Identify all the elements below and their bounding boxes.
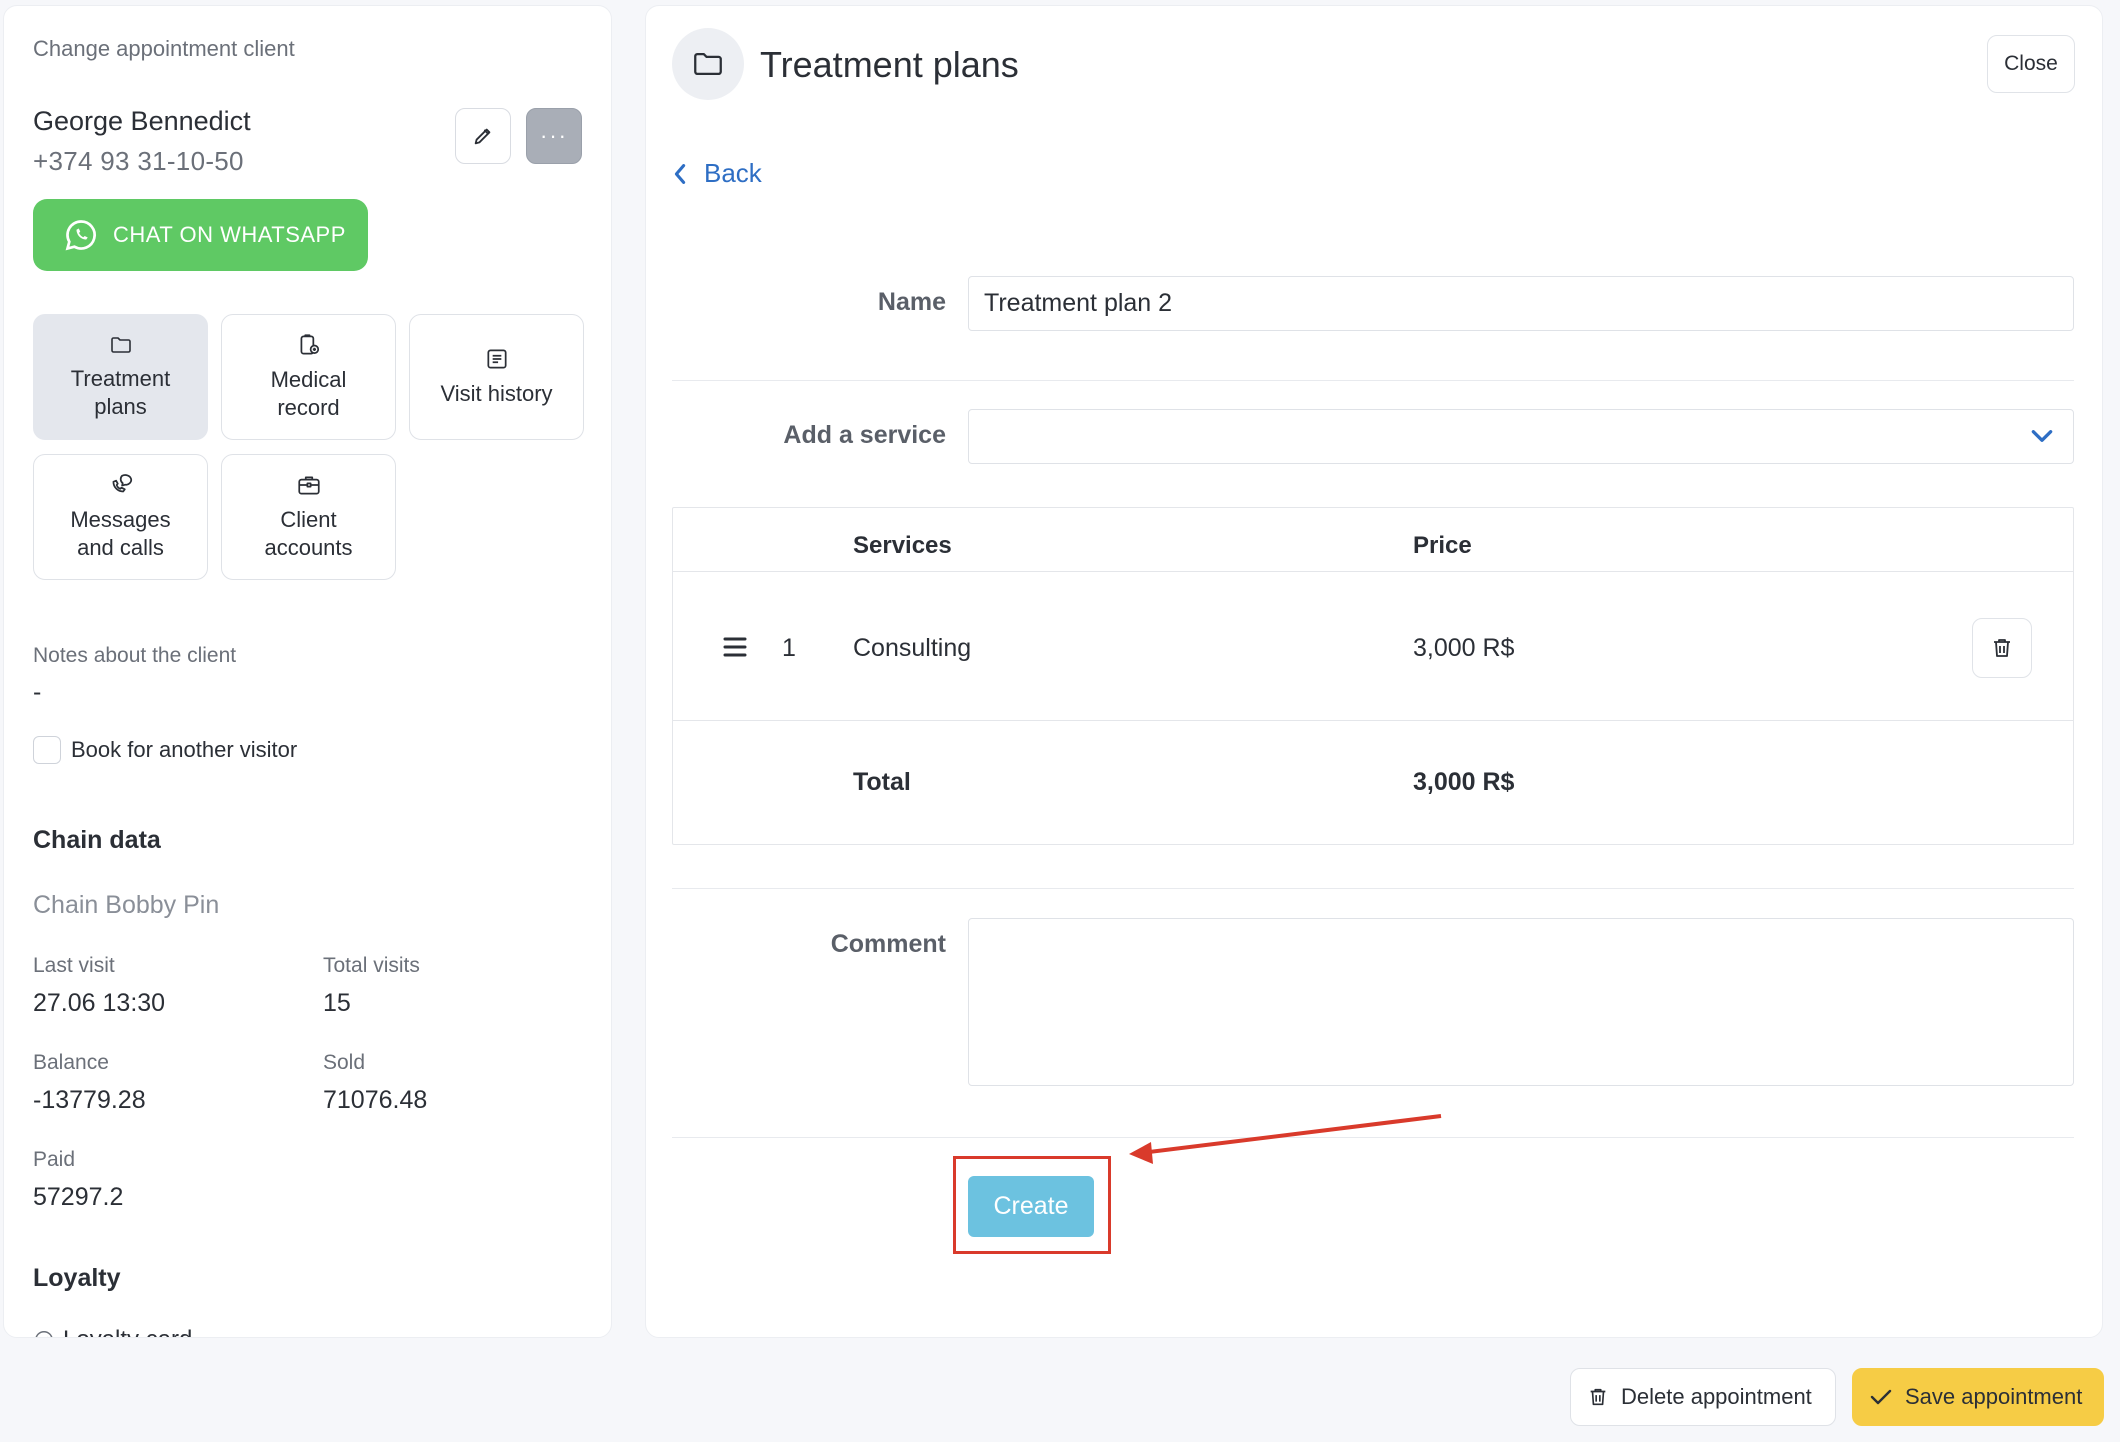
client-name: George Bennedict: [33, 106, 251, 136]
loyalty-card-label: Loyalty card: [63, 1326, 192, 1337]
folder-avatar: [672, 28, 744, 100]
tile-messages-calls[interactable]: Messages and calls: [33, 454, 208, 580]
row-number: 1: [782, 634, 796, 662]
comment-label: Comment: [830, 930, 946, 958]
tile-label: Messages: [70, 507, 171, 532]
whatsapp-label: CHAT ON WHATSAPP: [113, 222, 346, 247]
client-panel: Change appointment client George Bennedi…: [3, 5, 612, 1338]
paid-value: 57297.2: [33, 1183, 124, 1211]
total-visits-value: 15: [323, 989, 351, 1017]
page-title: Treatment plans: [760, 44, 1019, 85]
divider: [673, 720, 2073, 721]
trash-icon: [1590, 1388, 1606, 1406]
sold-label: Sold: [323, 1051, 366, 1074]
tile-medical-record[interactable]: Medical record: [221, 314, 396, 440]
total-value: 3,000 R$: [1413, 768, 1515, 796]
checkbox-label: Book for another visitor: [71, 737, 298, 762]
delete-row-button[interactable]: [1972, 618, 2032, 678]
chevron-down-icon: [2031, 430, 2053, 442]
treatment-plans-panel: Treatment plans Close Back Name Treatmen…: [645, 5, 2103, 1338]
notes-label: Notes about the client: [33, 644, 237, 667]
tile-label: and calls: [77, 535, 164, 560]
back-link[interactable]: Back: [672, 158, 762, 189]
service-name: Consulting: [853, 634, 972, 662]
edit-client-button[interactable]: [455, 108, 511, 164]
drag-handle-icon[interactable]: [723, 636, 747, 663]
trash-icon: [1994, 639, 2010, 657]
add-service-label: Add a service: [783, 421, 946, 449]
delete-appointment-button[interactable]: Delete appointment: [1570, 1368, 1836, 1426]
total-label: Total: [853, 768, 911, 796]
chat-whatsapp-button[interactable]: CHAT ON WHATSAPP: [33, 199, 368, 271]
divider: [673, 571, 2073, 572]
divider: [672, 380, 2074, 381]
folder-icon: [694, 52, 722, 76]
back-label: Back: [704, 158, 762, 188]
tile-label: accounts: [264, 535, 353, 560]
list-document-icon: [486, 349, 507, 369]
pencil-icon: [474, 128, 491, 145]
last-visit-label: Last visit: [33, 954, 115, 977]
services-header: Services: [853, 532, 952, 559]
notes-value: -: [33, 678, 42, 706]
chevron-left-icon: [674, 163, 686, 184]
add-service-select[interactable]: [968, 409, 2074, 464]
more-options-button[interactable]: ···: [526, 108, 582, 164]
divider: [672, 888, 2074, 889]
tile-label: Medical: [270, 367, 347, 392]
divider: [672, 1137, 2074, 1138]
ellipsis-icon: ···: [540, 123, 568, 148]
service-price: 3,000 R$: [1413, 634, 1515, 662]
tile-label: record: [277, 395, 340, 420]
balance-label: Balance: [33, 1051, 109, 1074]
chain-data-heading: Chain data: [33, 826, 161, 854]
loyalty-heading: Loyalty: [33, 1264, 121, 1292]
plan-name-input[interactable]: Treatment plan 2: [968, 276, 2074, 331]
book-another-visitor-checkbox[interactable]: Book for another visitor: [33, 736, 297, 764]
close-button[interactable]: Close: [1987, 35, 2075, 93]
tile-label: plans: [94, 394, 147, 419]
comment-textarea[interactable]: [968, 918, 2074, 1086]
tile-treatment-plans[interactable]: Treatment plans: [33, 314, 208, 440]
badge-check-icon: [35, 1331, 53, 1337]
delete-label: Delete appointment: [1621, 1384, 1812, 1409]
balance-value: -13779.28: [33, 1086, 146, 1114]
tile-client-accounts[interactable]: Client accounts: [221, 454, 396, 580]
total-visits-label: Total visits: [323, 954, 420, 977]
checkbox-box[interactable]: [33, 736, 61, 764]
save-label: Save appointment: [1905, 1384, 2083, 1409]
client-phone: +374 93 31-10-50: [33, 146, 244, 176]
tile-label: Treatment: [70, 366, 171, 391]
sold-value: 71076.48: [323, 1086, 428, 1114]
folder-icon: [110, 337, 131, 353]
services-table: Services Price 1 Consulting 3,000 R$ Tot…: [672, 507, 2074, 845]
loyalty-card-item[interactable]: Loyalty card: [33, 1326, 192, 1337]
medical-record-icon: [300, 334, 319, 355]
tile-label: Visit history: [440, 381, 553, 406]
price-header: Price: [1413, 532, 1472, 559]
panel-title: Change appointment client: [33, 36, 295, 61]
check-icon: [1870, 1389, 1892, 1405]
tile-label: Client: [280, 507, 337, 532]
save-appointment-button[interactable]: Save appointment: [1852, 1368, 2104, 1426]
phone-chat-icon: [112, 474, 132, 493]
last-visit-value: 27.06 13:30: [33, 989, 166, 1017]
chain-name: Chain Bobby Pin: [33, 891, 220, 919]
name-label: Name: [877, 288, 946, 316]
tile-visit-history[interactable]: Visit history: [409, 314, 584, 440]
whatsapp-icon: [65, 220, 96, 251]
create-button[interactable]: Create: [968, 1176, 1094, 1237]
paid-label: Paid: [33, 1148, 76, 1171]
briefcase-icon: [297, 476, 320, 495]
